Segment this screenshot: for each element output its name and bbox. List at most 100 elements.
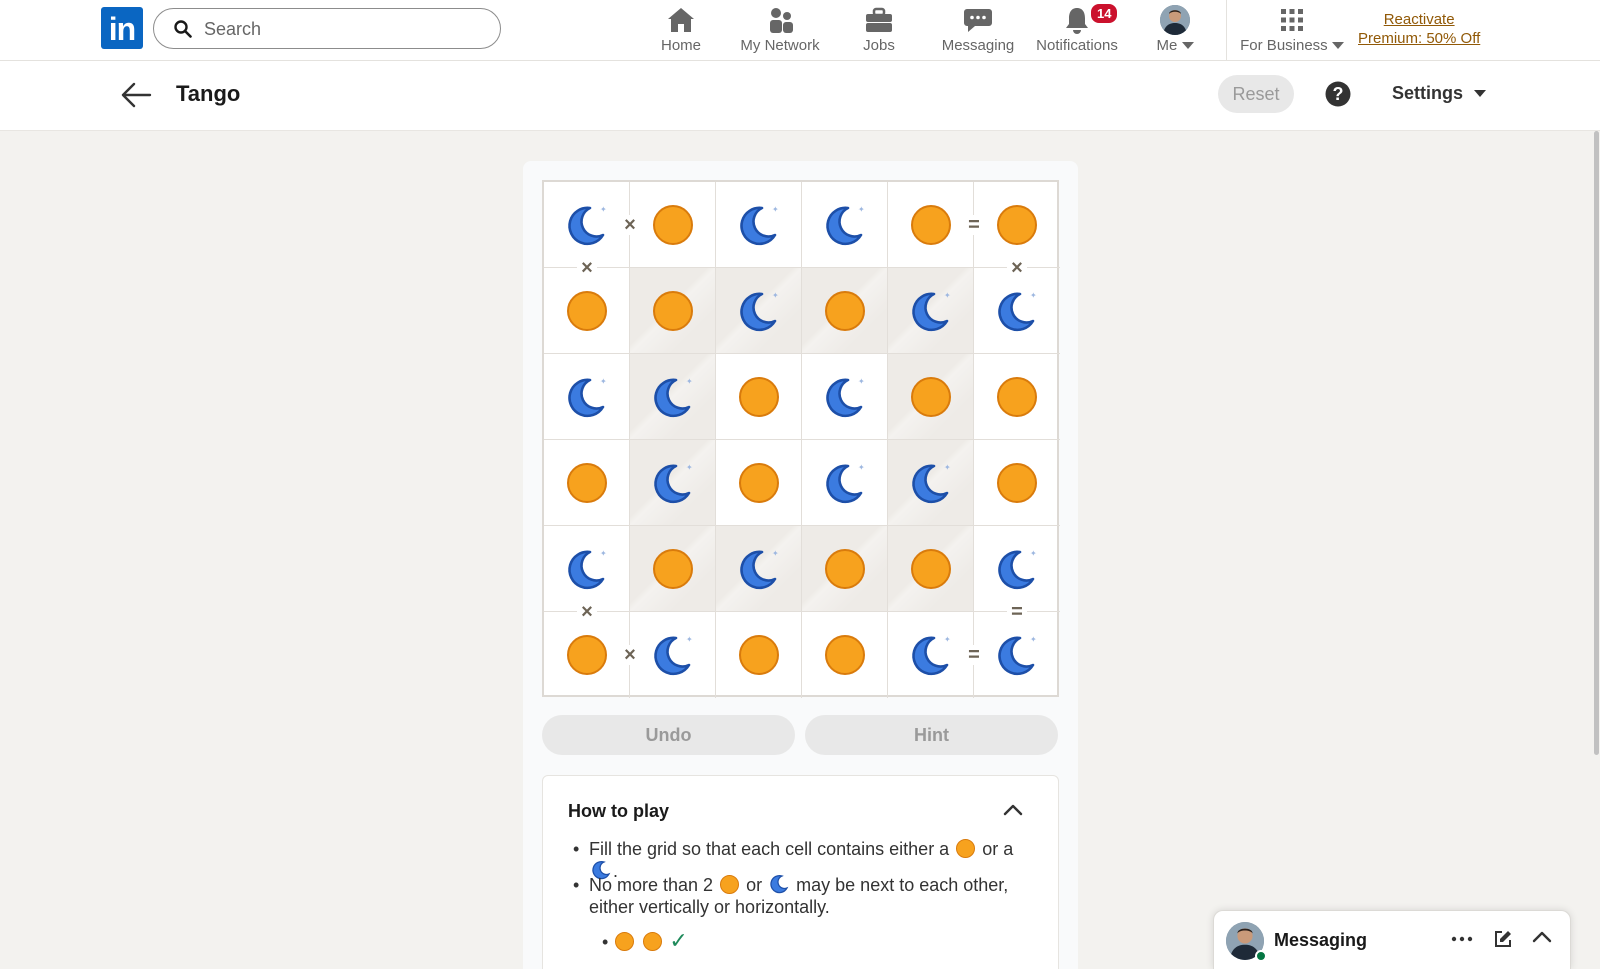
sun-icon: [652, 548, 693, 589]
grid-cell[interactable]: [974, 354, 1060, 440]
sun-icon: [997, 376, 1037, 417]
nav-notifications[interactable]: 14 Notifications: [1035, 2, 1120, 56]
grid-cell[interactable]: [716, 440, 802, 526]
moon-icon: ✦: [567, 205, 607, 245]
grid-cell[interactable]: [974, 182, 1060, 268]
grid-cell[interactable]: ✦: [544, 182, 630, 268]
grid-cell[interactable]: ✦: [716, 182, 802, 268]
help-icon[interactable]: ?: [1325, 81, 1351, 107]
settings-menu[interactable]: Settings: [1392, 83, 1487, 104]
rule-1-mid: or a: [982, 839, 1014, 859]
grid-cell[interactable]: ✦: [716, 526, 802, 612]
hint-button[interactable]: Hint: [805, 715, 1058, 755]
linkedin-logo[interactable]: in: [101, 7, 143, 49]
grid-cell[interactable]: ✦: [630, 354, 716, 440]
grid-cell[interactable]: [630, 182, 716, 268]
chevron-up-icon[interactable]: [1532, 931, 1552, 943]
grid-cell[interactable]: ✦: [974, 268, 1060, 354]
sun-icon: [910, 204, 951, 245]
sun-icon: [738, 635, 779, 675]
grid-cell[interactable]: [544, 612, 630, 698]
grid-cell[interactable]: ✦: [888, 612, 974, 698]
grid-cell[interactable]: ✦: [544, 354, 630, 440]
nav-for-business[interactable]: For Business: [1240, 4, 1344, 56]
rule-1-text: Fill the grid so that each cell contains…: [589, 839, 950, 859]
moon-icon: ✦: [911, 463, 951, 503]
moon-icon: ✦: [653, 463, 693, 503]
grid-cell[interactable]: [716, 354, 802, 440]
reactivate-premium-link[interactable]: Reactivate Premium: 50% Off: [1358, 10, 1480, 48]
grid-cell[interactable]: [716, 612, 802, 698]
grid-cell[interactable]: [544, 268, 630, 354]
svg-text:✦: ✦: [858, 205, 865, 214]
grid-cell[interactable]: [888, 526, 974, 612]
online-status-dot: [1255, 950, 1267, 962]
grid-cell[interactable]: [802, 268, 888, 354]
svg-text:✦: ✦: [944, 635, 951, 644]
nav-my-network[interactable]: My Network: [737, 4, 823, 56]
svg-text:✦: ✦: [600, 205, 607, 214]
svg-text:✦: ✦: [686, 635, 693, 644]
chevron-up-icon[interactable]: [1003, 804, 1023, 816]
more-options-icon[interactable]: [1451, 929, 1473, 949]
top-nav: in Home My Network: [0, 0, 1600, 61]
grid-cell[interactable]: ✦: [802, 440, 888, 526]
grid-cell[interactable]: [888, 182, 974, 268]
messaging-bar[interactable]: Messaging: [1213, 910, 1571, 969]
compose-icon[interactable]: [1493, 929, 1513, 949]
svg-text:✦: ✦: [1030, 291, 1037, 300]
moon-icon: ✦: [998, 635, 1037, 676]
grid-cell[interactable]: ✦: [974, 526, 1060, 612]
svg-text:✦: ✦: [600, 549, 607, 558]
moon-icon: ✦: [998, 549, 1037, 589]
nav-me[interactable]: Me: [1154, 4, 1196, 56]
game-header: Tango Reset ? Settings: [0, 61, 1600, 131]
grid-cell[interactable]: ✦: [802, 182, 888, 268]
grid-cell[interactable]: ✦: [888, 268, 974, 354]
moon-icon: ✦: [653, 635, 693, 676]
grid-cell[interactable]: [544, 440, 630, 526]
grid-cell[interactable]: ✦: [630, 440, 716, 526]
grid-cell[interactable]: ✦: [974, 612, 1060, 698]
grid-cell[interactable]: [630, 526, 716, 612]
nav-home[interactable]: Home: [656, 4, 706, 56]
nav-jobs[interactable]: Jobs: [861, 4, 897, 56]
undo-button[interactable]: Undo: [542, 715, 795, 755]
search-box[interactable]: [153, 8, 501, 49]
bullet: •: [573, 839, 580, 859]
nav-messaging[interactable]: Messaging: [941, 4, 1015, 56]
grid-cell[interactable]: [974, 440, 1060, 526]
svg-text:✦: ✦: [858, 463, 865, 472]
grid-cell[interactable]: ✦: [544, 526, 630, 612]
svg-text:✦: ✦: [1030, 549, 1037, 558]
grid-cell[interactable]: [802, 526, 888, 612]
grid-cell[interactable]: ✦: [888, 440, 974, 526]
grid-cell[interactable]: ✦: [802, 354, 888, 440]
sun-icon: [824, 635, 865, 675]
svg-text:✦: ✦: [772, 291, 779, 300]
opposite-constraint: ×: [620, 645, 640, 665]
svg-text:?: ?: [1333, 84, 1344, 104]
grid-cell[interactable]: ✦: [716, 268, 802, 354]
opposite-constraint: ×: [1007, 258, 1027, 278]
moon-icon: [770, 874, 789, 894]
moon-icon: ✦: [739, 291, 779, 331]
search-icon: [174, 20, 192, 38]
rule-2-prefix: No more than 2: [589, 875, 714, 895]
briefcase-icon: [866, 7, 892, 32]
nav-notifications-label: Notifications: [1036, 37, 1118, 54]
grid-cell[interactable]: [888, 354, 974, 440]
chevron-down-icon: [1474, 90, 1487, 98]
sun-icon: [824, 548, 865, 589]
moon-icon: ✦: [911, 635, 951, 676]
scrollbar-thumb[interactable]: [1594, 131, 1599, 755]
settings-label: Settings: [1392, 83, 1464, 103]
grid-cell[interactable]: ✦: [630, 612, 716, 698]
grid-cell[interactable]: [630, 268, 716, 354]
reset-button[interactable]: Reset: [1218, 75, 1294, 113]
back-arrow-icon[interactable]: [120, 81, 152, 109]
grid-cell[interactable]: [802, 612, 888, 698]
nav-jobs-label: Jobs: [863, 37, 895, 54]
search-input[interactable]: [204, 17, 484, 41]
equal-constraint: =: [1007, 602, 1027, 622]
